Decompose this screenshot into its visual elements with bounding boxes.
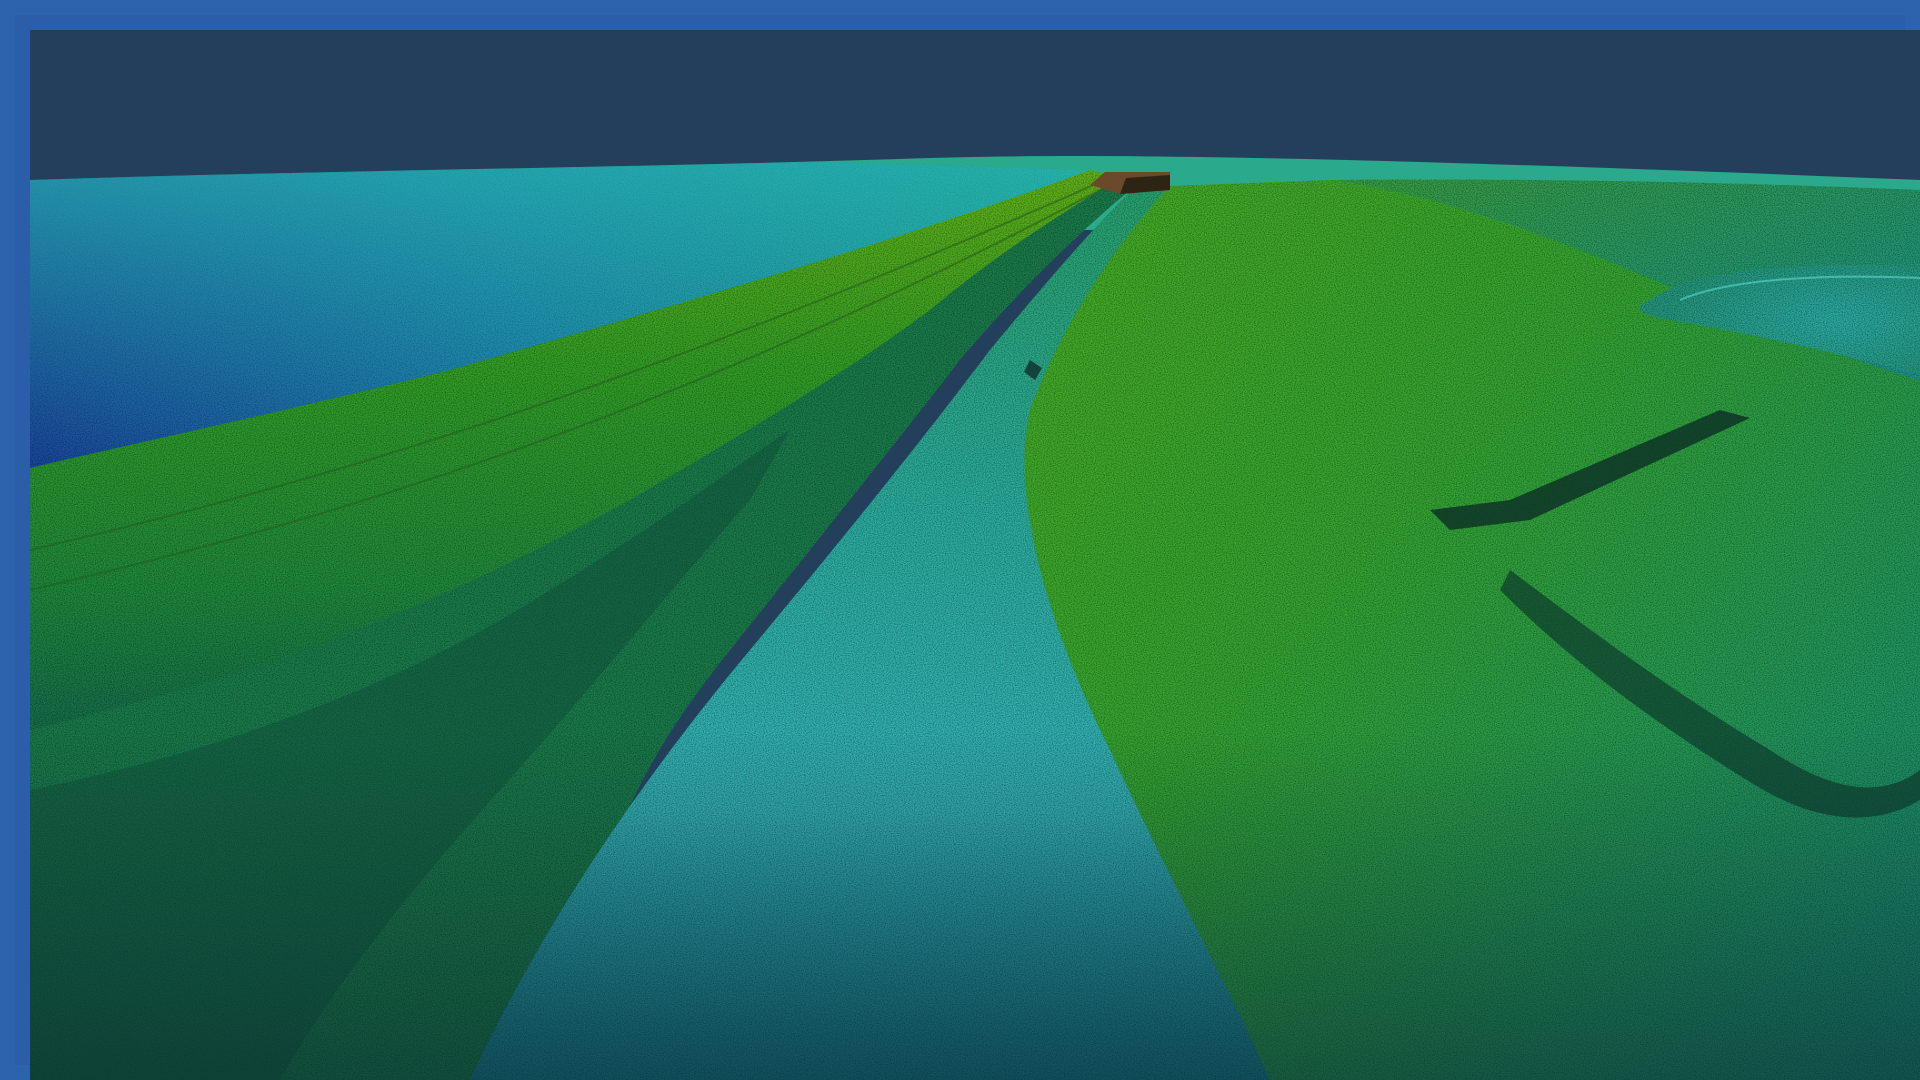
vignette: [30, 730, 1920, 1080]
image-frame: [0, 0, 1920, 1080]
terrain-viewport: [30, 30, 1920, 1080]
terrain-scene: [30, 30, 1920, 1080]
